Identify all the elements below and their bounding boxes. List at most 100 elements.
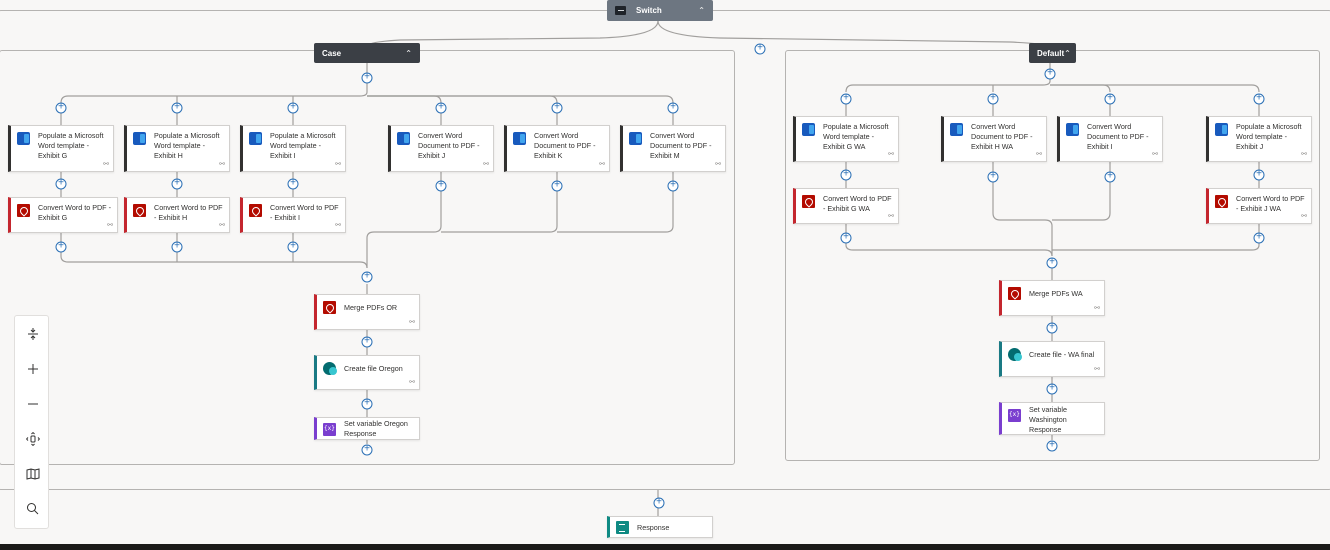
minimap-icon[interactable]	[15, 456, 50, 491]
collapse-chevron-icon[interactable]: ⌃	[405, 49, 412, 58]
action-card-set-variable[interactable]: Set variable Oregon Response	[314, 417, 420, 440]
add-action-button[interactable]	[171, 241, 183, 253]
word-icon	[17, 132, 30, 145]
action-card-convert-pdf[interactable]: Convert Word to PDF - Exhibit J WA ⚯	[1206, 188, 1312, 224]
word-icon	[1066, 123, 1079, 136]
pdf-icon	[1008, 287, 1021, 300]
word-icon	[950, 123, 963, 136]
default-header[interactable]: Default ⌃	[1029, 43, 1076, 63]
action-card-merge-pdfs[interactable]: Merge PDFs OR ⚯	[314, 294, 420, 330]
pdf-icon	[249, 204, 262, 217]
flow-designer-canvas[interactable]: Switch ⌃ Case ⌃ Default ⌃ Populate a Mic…	[0, 0, 1330, 550]
add-action-button[interactable]	[1104, 93, 1116, 105]
add-action-button[interactable]	[55, 178, 67, 190]
add-case-button[interactable]	[754, 43, 766, 55]
action-card-convert-pdf[interactable]: Convert Word to PDF - Exhibit G WA ⚯	[793, 188, 899, 224]
add-action-button[interactable]	[1046, 257, 1058, 269]
link-icon: ⚯	[483, 161, 489, 168]
pdf-icon	[133, 204, 146, 217]
add-action-button[interactable]	[1253, 232, 1265, 244]
add-action-button[interactable]	[667, 102, 679, 114]
zoom-toolbar	[14, 315, 49, 529]
add-action-button[interactable]	[435, 180, 447, 192]
action-title: Create file Oregon	[344, 364, 403, 373]
pdf-icon	[1215, 195, 1228, 208]
add-action-button[interactable]	[287, 102, 299, 114]
add-action-button[interactable]	[361, 336, 373, 348]
link-icon: ⚯	[715, 161, 721, 168]
zoom-out-icon[interactable]	[15, 386, 50, 421]
response-icon	[616, 521, 629, 534]
add-action-button[interactable]	[1253, 169, 1265, 181]
action-card-word-template[interactable]: Populate a Microsoft Word template - Exh…	[793, 116, 899, 162]
add-action-button[interactable]	[667, 180, 679, 192]
action-card-word-template[interactable]: Populate a Microsoft Word template - Exh…	[240, 125, 346, 172]
action-title: Set variable Washington Response	[1029, 405, 1067, 434]
action-card-create-file[interactable]: Create file - WA final ⚯	[999, 341, 1105, 377]
link-icon: ⚯	[599, 161, 605, 168]
action-card-merge-pdfs[interactable]: Merge PDFs WA ⚯	[999, 280, 1105, 316]
action-card-response[interactable]: Response	[607, 516, 713, 538]
case-header[interactable]: Case ⌃	[314, 43, 420, 63]
action-card-word-template[interactable]: Populate a Microsoft Word template - Exh…	[124, 125, 230, 172]
add-action-button[interactable]	[1046, 322, 1058, 334]
add-action-button[interactable]	[987, 171, 999, 183]
add-action-button[interactable]	[551, 102, 563, 114]
add-action-button[interactable]	[171, 178, 183, 190]
action-title: Set variable Oregon Response	[344, 419, 408, 438]
zoom-in-icon[interactable]	[15, 351, 50, 386]
center-view-icon[interactable]	[15, 421, 50, 456]
add-action-button[interactable]	[287, 178, 299, 190]
switch-header[interactable]: Switch ⌃	[607, 0, 713, 21]
action-card-convert-document[interactable]: Convert Word Document to PDF - Exhibit I…	[1057, 116, 1163, 162]
word-icon	[397, 132, 410, 145]
search-icon[interactable]	[15, 491, 50, 526]
action-title: Convert Word to PDF - Exhibit G WA	[823, 194, 892, 213]
add-action-button[interactable]	[1104, 171, 1116, 183]
word-icon	[629, 132, 642, 145]
add-action-button[interactable]	[171, 102, 183, 114]
action-card-word-template[interactable]: Populate a Microsoft Word template - Exh…	[1206, 116, 1312, 162]
variable-icon	[1008, 409, 1021, 422]
add-action-button[interactable]	[361, 398, 373, 410]
add-action-button[interactable]	[361, 72, 373, 84]
add-action-button[interactable]	[1253, 93, 1265, 105]
case-title: Case	[322, 48, 342, 58]
action-title: Populate a Microsoft Word template - Exh…	[1236, 122, 1302, 151]
action-title: Populate a Microsoft Word template - Exh…	[154, 131, 220, 160]
link-icon: ⚯	[335, 222, 341, 229]
add-action-button[interactable]	[653, 497, 665, 509]
link-icon: ⚯	[335, 161, 341, 168]
add-action-button[interactable]	[55, 102, 67, 114]
add-action-button[interactable]	[55, 241, 67, 253]
add-action-button[interactable]	[840, 169, 852, 181]
taskbar-strip	[0, 544, 1330, 550]
add-action-button[interactable]	[1046, 440, 1058, 452]
add-action-button[interactable]	[361, 271, 373, 283]
add-action-button[interactable]	[840, 232, 852, 244]
action-card-convert-document[interactable]: Convert Word Document to PDF - Exhibit J…	[388, 125, 494, 172]
add-action-button[interactable]	[1044, 68, 1056, 80]
action-card-set-variable[interactable]: Set variable Washington Response	[999, 402, 1105, 435]
link-icon: ⚯	[1301, 213, 1307, 220]
add-action-button[interactable]	[551, 180, 563, 192]
collapse-chevron-icon[interactable]: ⌃	[698, 6, 705, 15]
action-card-word-template[interactable]: Populate a Microsoft Word template - Exh…	[8, 125, 114, 172]
add-action-button[interactable]	[287, 241, 299, 253]
add-action-button[interactable]	[840, 93, 852, 105]
action-title: Populate a Microsoft Word template - Exh…	[823, 122, 889, 151]
action-card-convert-document[interactable]: Convert Word Document to PDF - Exhibit K…	[504, 125, 610, 172]
action-card-convert-document[interactable]: Convert Word Document to PDF - Exhibit H…	[941, 116, 1047, 162]
add-action-button[interactable]	[987, 93, 999, 105]
add-action-button[interactable]	[435, 102, 447, 114]
collapse-chevron-icon[interactable]: ⌃	[1064, 49, 1071, 58]
action-card-create-file[interactable]: Create file Oregon ⚯	[314, 355, 420, 390]
action-card-convert-pdf[interactable]: Convert Word to PDF - Exhibit I ⚯	[240, 197, 346, 233]
action-card-convert-document[interactable]: Convert Word Document to PDF - Exhibit M…	[620, 125, 726, 172]
add-action-button[interactable]	[1046, 383, 1058, 395]
action-card-convert-pdf[interactable]: Convert Word to PDF - Exhibit G ⚯	[8, 197, 118, 233]
fit-to-screen-icon[interactable]	[15, 316, 50, 351]
link-icon: ⚯	[409, 319, 415, 326]
add-action-button[interactable]	[361, 444, 373, 456]
action-card-convert-pdf[interactable]: Convert Word to PDF - Exhibit H ⚯	[124, 197, 230, 233]
